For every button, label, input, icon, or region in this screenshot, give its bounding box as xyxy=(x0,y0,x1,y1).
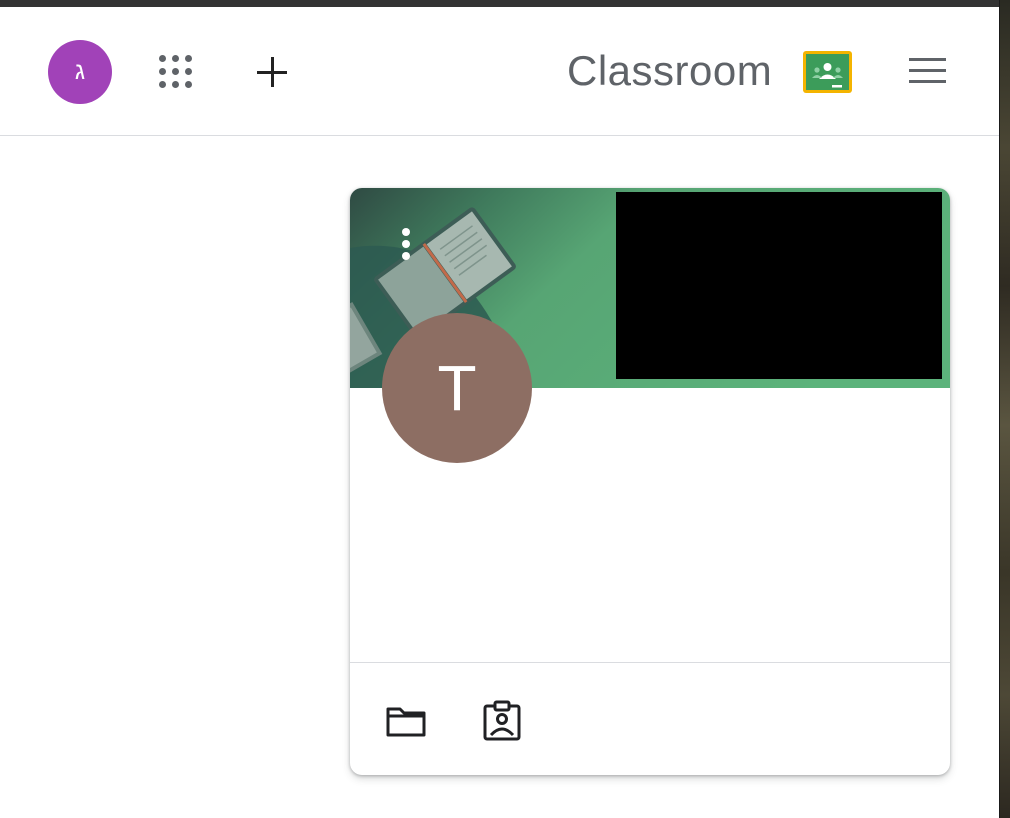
apps-dot xyxy=(185,81,192,88)
apps-dot xyxy=(159,55,166,62)
apps-dot xyxy=(185,55,192,62)
assigned-work-icon[interactable] xyxy=(480,699,524,743)
more-dot xyxy=(402,252,410,260)
more-dot xyxy=(402,240,410,248)
banner-image-placeholder xyxy=(616,192,942,379)
apps-dot xyxy=(172,68,179,75)
class-card[interactable]: T xyxy=(350,188,950,775)
menu-line xyxy=(909,80,946,83)
teacher-avatar: T xyxy=(382,313,532,463)
apps-dot xyxy=(172,81,179,88)
account-avatar[interactable]: ג xyxy=(48,40,112,104)
apps-dot xyxy=(159,68,166,75)
window-top-edge xyxy=(0,0,1000,7)
desktop-background-strip xyxy=(999,0,1010,818)
brand-title[interactable]: Classroom xyxy=(567,47,772,95)
more-vertical-icon[interactable] xyxy=(394,226,418,262)
apps-dot xyxy=(159,81,166,88)
plus-vertical xyxy=(271,57,274,87)
apps-dot xyxy=(172,55,179,62)
more-dot xyxy=(402,228,410,236)
classroom-logo-icon[interactable] xyxy=(802,50,853,94)
teacher-initial: T xyxy=(437,352,477,424)
apps-grid-icon[interactable] xyxy=(152,48,200,96)
card-footer xyxy=(350,662,950,775)
app-header: ג Classroom xyxy=(0,7,999,136)
folder-icon[interactable] xyxy=(384,699,428,743)
plus-icon[interactable] xyxy=(250,50,294,94)
menu-line xyxy=(909,58,946,61)
menu-line xyxy=(909,69,946,72)
account-initial: ג xyxy=(74,58,86,85)
apps-dot xyxy=(185,68,192,75)
hamburger-menu-icon[interactable] xyxy=(906,55,950,89)
